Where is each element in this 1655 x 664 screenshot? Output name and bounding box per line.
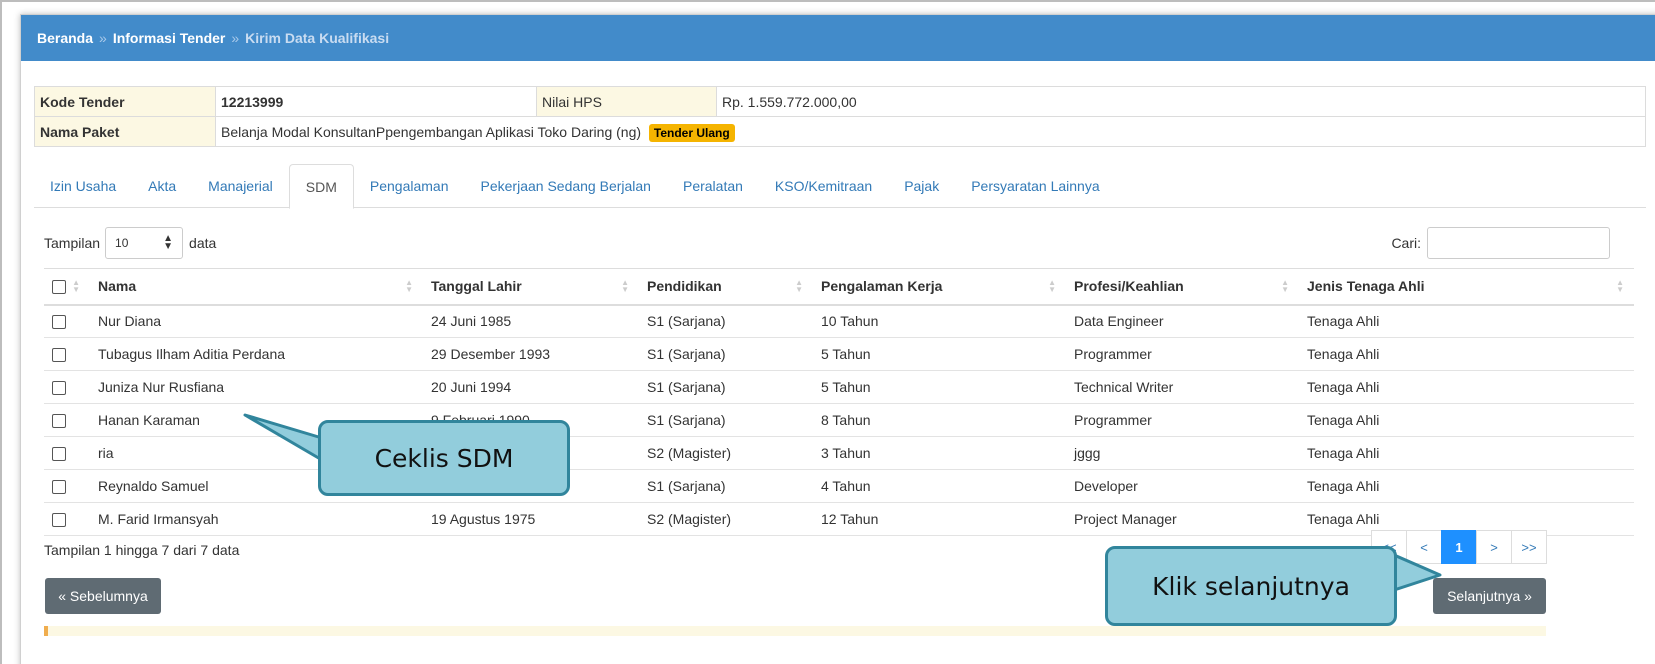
next-callout-pointer <box>1392 553 1442 592</box>
check-callout-pointer <box>243 413 324 462</box>
callout-ceklis-sdm: Ceklis SDM <box>318 420 570 496</box>
callout-klik-selanjutnya: Klik selanjutnya <box>1105 546 1397 626</box>
callout-pointers <box>243 413 1442 592</box>
